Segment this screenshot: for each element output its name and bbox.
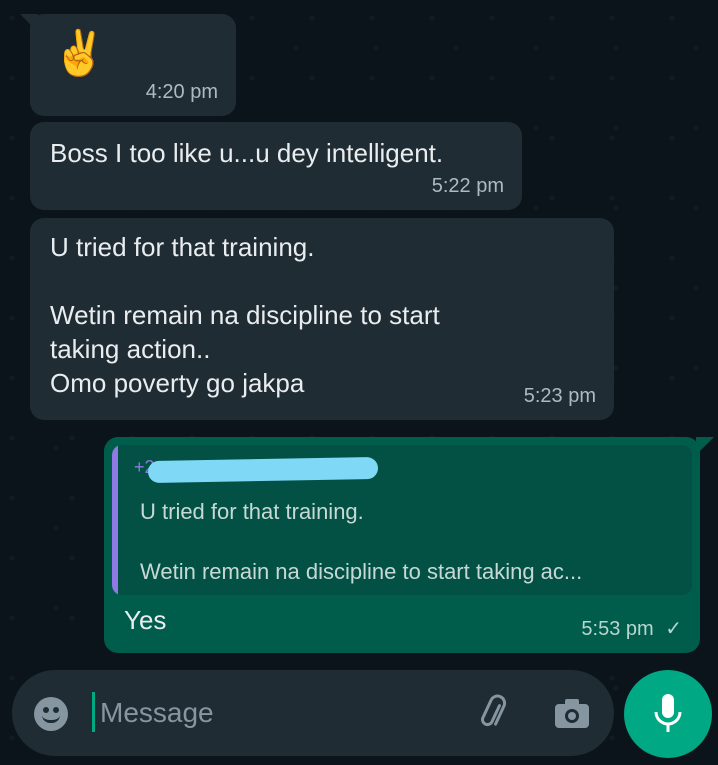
- message-text: U tried for that training. Wetin remain …: [50, 232, 440, 398]
- quote-text: U tried for that training. Wetin remain …: [140, 499, 583, 584]
- message-time: 4:20 pm: [145, 81, 218, 103]
- emoji-content: ✌️: [52, 29, 107, 78]
- message-time-status: 5:53 pm ✓: [581, 616, 682, 641]
- bubble-tail: [20, 14, 38, 32]
- camera-icon[interactable]: [552, 694, 592, 734]
- incoming-message-emoji[interactable]: ✌️ 4:20 pm: [20, 14, 236, 116]
- emoji-icon[interactable]: [34, 697, 68, 731]
- message-time: 5:53 pm: [581, 618, 654, 640]
- bubble-tail: [696, 437, 714, 455]
- incoming-message[interactable]: Boss I too like u...u dey intelligent. 5…: [30, 122, 522, 210]
- outgoing-message[interactable]: +2 U tried for that training. Wetin rema…: [104, 437, 714, 653]
- message-composer: [12, 670, 614, 756]
- chat-screen: ✌️ 4:20 pm Boss I too like u...u dey int…: [0, 0, 718, 765]
- message-input[interactable]: [100, 690, 440, 736]
- incoming-message[interactable]: U tried for that training. Wetin remain …: [30, 218, 614, 420]
- quoted-message[interactable]: +2 U tried for that training. Wetin rema…: [112, 445, 692, 595]
- microphone-button[interactable]: [624, 670, 712, 758]
- quote-accent-bar: [112, 445, 118, 595]
- redaction-scribble: [147, 456, 379, 484]
- message-text: Boss I too like u...u dey intelligent.: [50, 138, 444, 168]
- sent-check-icon: ✓: [665, 618, 682, 640]
- paperclip-icon[interactable]: [474, 694, 514, 734]
- message-time: 5:22 pm: [431, 175, 504, 197]
- message-time: 5:23 pm: [523, 385, 596, 407]
- microphone-icon: [654, 694, 682, 732]
- text-caret: [92, 692, 95, 732]
- message-text: Yes: [124, 605, 167, 635]
